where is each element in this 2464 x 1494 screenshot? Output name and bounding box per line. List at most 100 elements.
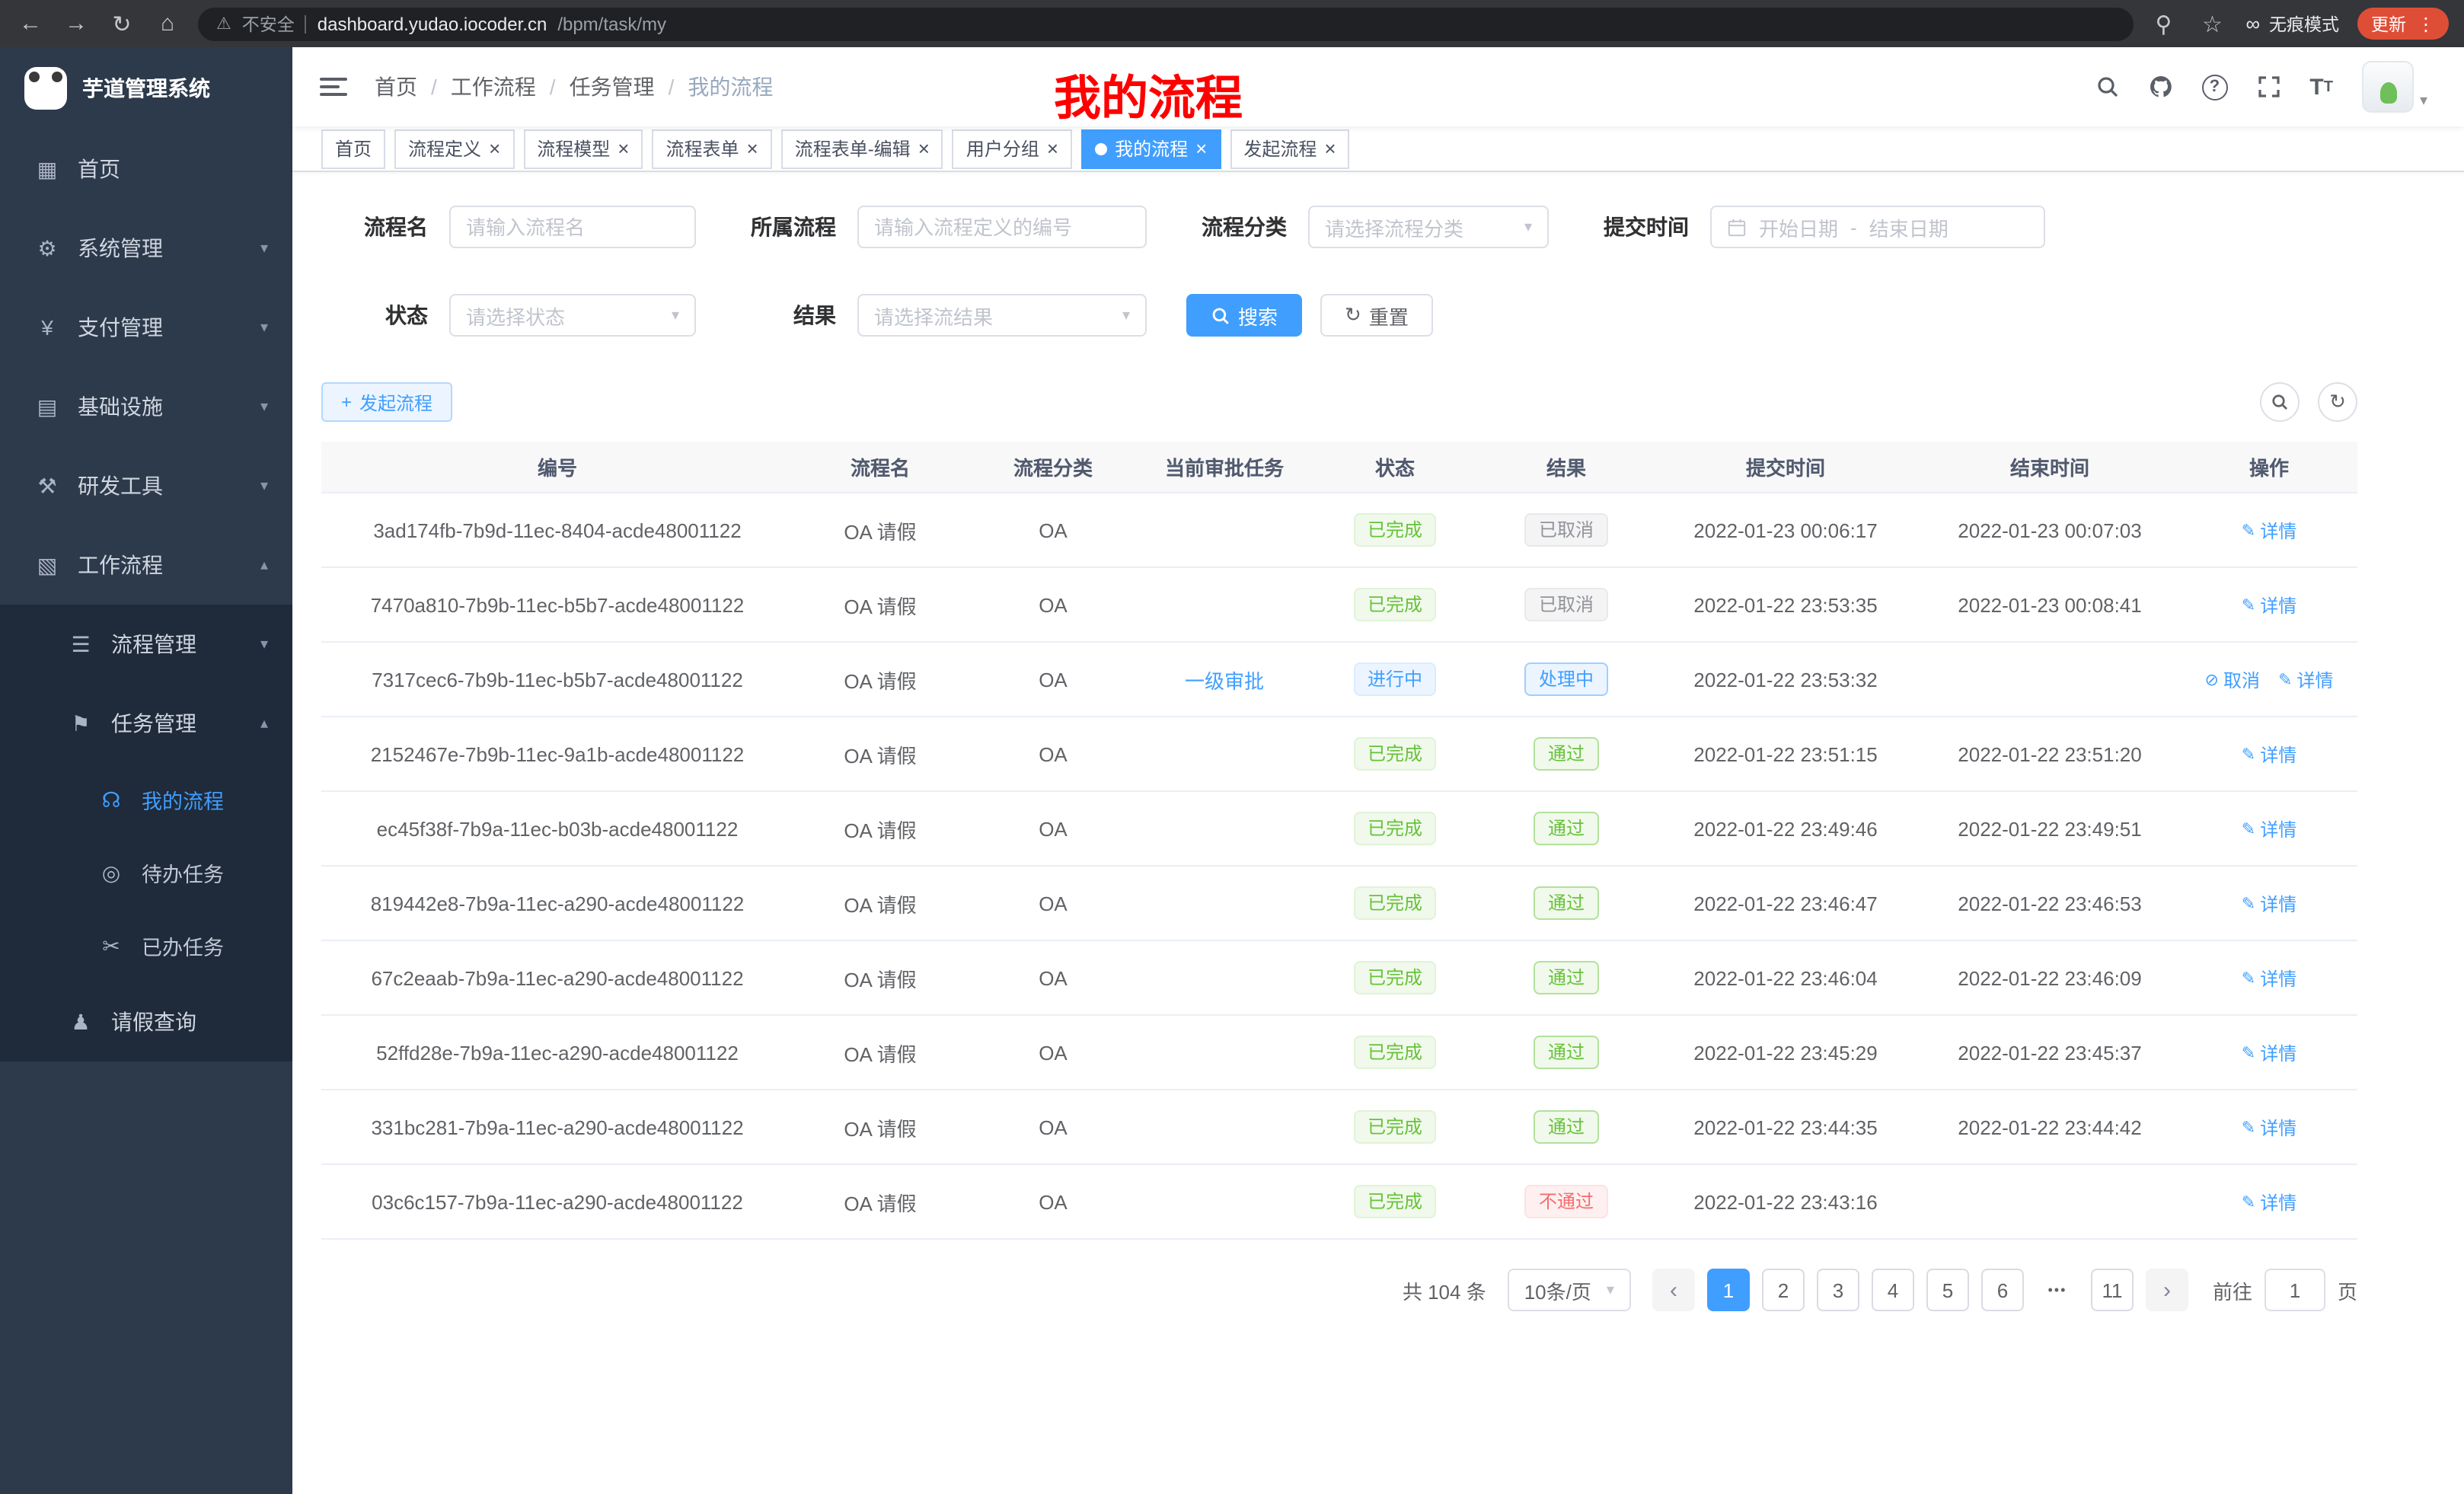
- close-icon[interactable]: ×: [918, 139, 930, 158]
- home-icon[interactable]: ⌂: [152, 11, 183, 37]
- fullscreen-icon[interactable]: [2256, 75, 2280, 99]
- page-button[interactable]: 1: [1707, 1269, 1750, 1311]
- chevron-icon: ▴: [260, 715, 268, 732]
- kebab-menu-icon[interactable]: ⋮: [2417, 13, 2435, 34]
- done-task-icon: ✂: [97, 933, 125, 959]
- update-button[interactable]: 更新 ⋮: [2357, 8, 2449, 40]
- prev-page-button[interactable]: ‹: [1652, 1269, 1695, 1311]
- refresh-button[interactable]: ↻: [2318, 382, 2357, 422]
- detail-link[interactable]: ✎ 详情: [2242, 741, 2296, 767]
- cell-id: 819442e8-7b9a-11ec-a290-acde48001122: [321, 892, 793, 915]
- tab[interactable]: 首页: [321, 129, 385, 168]
- cancel-link[interactable]: ⊘ 取消: [2205, 666, 2260, 692]
- forward-icon[interactable]: →: [61, 11, 91, 37]
- dashboard-icon: ▦: [34, 156, 61, 182]
- reset-button[interactable]: ↻ 重置: [1320, 294, 1433, 337]
- detail-link[interactable]: ✎ 详情: [2242, 517, 2296, 543]
- sidebar-item[interactable]: ¥ 支付管理 ▾: [0, 288, 292, 367]
- result-badge: 通过: [1534, 737, 1598, 771]
- close-icon[interactable]: ×: [1195, 139, 1207, 158]
- detail-link[interactable]: ✎ 详情: [2242, 1039, 2296, 1065]
- sidebar-item[interactable]: ☰ 流程管理 ▾: [0, 605, 292, 684]
- cell-actions: ✎ 详情: [2181, 965, 2357, 991]
- hamburger-icon[interactable]: [320, 78, 347, 96]
- close-icon[interactable]: ×: [1047, 139, 1058, 158]
- breadcrumb-item[interactable]: 首页: [375, 72, 437, 102]
- date-range-picker[interactable]: 开始日期 - 结束日期: [1710, 206, 2045, 248]
- status-select[interactable]: 请选择状态 ▾: [449, 294, 696, 337]
- goto-page-input[interactable]: [2265, 1269, 2325, 1311]
- close-icon[interactable]: ×: [618, 139, 629, 158]
- breadcrumb-item[interactable]: 工作流程: [451, 72, 556, 102]
- close-icon[interactable]: ×: [1324, 139, 1336, 158]
- page-button[interactable]: 5: [1926, 1269, 1969, 1311]
- owner-process-input[interactable]: [857, 206, 1147, 248]
- github-icon[interactable]: [2148, 75, 2172, 99]
- tab[interactable]: 用户分组 ×: [953, 129, 1072, 168]
- column-header: 流程分类: [967, 452, 1139, 481]
- key-icon[interactable]: ⚲: [2148, 10, 2178, 37]
- cell-process-name: OA 请假: [793, 516, 967, 544]
- star-icon[interactable]: ☆: [2197, 10, 2227, 37]
- tab[interactable]: 流程定义 ×: [394, 129, 514, 168]
- sidebar-item[interactable]: ⚙ 系统管理 ▾: [0, 209, 292, 288]
- sidebar-item[interactable]: ▦ 首页: [0, 129, 292, 209]
- tab[interactable]: 发起流程 ×: [1230, 129, 1349, 168]
- detail-link[interactable]: ✎ 详情: [2242, 816, 2296, 841]
- cell-category: OA: [967, 742, 1139, 765]
- font-size-icon[interactable]: TT: [2309, 74, 2333, 100]
- category-select[interactable]: 请选择流程分类 ▾: [1308, 206, 1549, 248]
- page-button[interactable]: 4: [1872, 1269, 1914, 1311]
- tab[interactable]: 流程模型 ×: [523, 129, 643, 168]
- close-icon[interactable]: ×: [489, 139, 500, 158]
- plus-icon: +: [341, 391, 352, 413]
- sidebar-item-label: 我的流程: [142, 784, 224, 815]
- sidebar-item[interactable]: ✂ 已办任务: [0, 909, 292, 982]
- current-task-link[interactable]: 一级审批: [1185, 669, 1264, 692]
- page-button[interactable]: 6: [1981, 1269, 2024, 1311]
- process-name-label: 流程名: [321, 212, 428, 242]
- sidebar-item[interactable]: ☊ 我的流程: [0, 763, 292, 836]
- sidebar-item[interactable]: ⚒ 研发工具 ▾: [0, 446, 292, 525]
- process-name-input[interactable]: [449, 206, 696, 248]
- close-icon[interactable]: ×: [747, 139, 758, 158]
- detail-link[interactable]: ✎ 详情: [2242, 890, 2296, 916]
- app-logo[interactable]: 芋道管理系统: [0, 47, 292, 129]
- page-size-select[interactable]: 10条/页 ▾: [1508, 1269, 1631, 1311]
- address-bar[interactable]: ⚠ 不安全 dashboard.yudao.iocoder.cn/bpm/tas…: [198, 7, 2133, 40]
- start-process-button[interactable]: + 发起流程: [321, 382, 452, 422]
- page-button[interactable]: 3: [1817, 1269, 1859, 1311]
- breadcrumb-item[interactable]: 我的流程: [688, 72, 773, 102]
- incognito-badge: ∞ 无痕模式: [2245, 11, 2339, 36]
- detail-link[interactable]: ✎ 详情: [2242, 1189, 2296, 1215]
- user-menu[interactable]: ▾: [2362, 61, 2427, 113]
- result-badge: 通过: [1534, 1036, 1598, 1069]
- reload-icon[interactable]: ↻: [107, 10, 137, 37]
- table-header: 编号 流程名 流程分类 当前审批任务 状态 结果: [321, 442, 2357, 493]
- tab[interactable]: 流程表单 ×: [652, 129, 771, 168]
- page-button[interactable]: 11: [2091, 1269, 2134, 1311]
- sidebar-item[interactable]: ⚑ 任务管理 ▴: [0, 684, 292, 763]
- sidebar-item[interactable]: ♟ 请假查询: [0, 982, 292, 1061]
- leave-query-icon: ♟: [67, 1009, 94, 1035]
- detail-link[interactable]: ✎ 详情: [2278, 666, 2333, 692]
- sidebar-item[interactable]: ▤ 基础设施 ▾: [0, 367, 292, 446]
- search-icon[interactable]: [2095, 75, 2119, 99]
- sidebar-item-label: 系统管理: [78, 233, 163, 263]
- search-button[interactable]: 搜索: [1186, 294, 1302, 337]
- breadcrumb-item[interactable]: 任务管理: [570, 72, 675, 102]
- tab[interactable]: 流程表单-编辑 ×: [781, 129, 943, 168]
- page-button[interactable]: 2: [1762, 1269, 1805, 1311]
- detail-link[interactable]: ✎ 详情: [2242, 965, 2296, 991]
- result-select[interactable]: 请选择流结果 ▾: [857, 294, 1147, 337]
- tab[interactable]: 我的流程 ×: [1081, 129, 1221, 168]
- detail-link[interactable]: ✎ 详情: [2242, 1114, 2296, 1140]
- page-button[interactable]: •••: [2036, 1269, 2079, 1311]
- back-icon[interactable]: ←: [15, 11, 46, 37]
- sidebar-item[interactable]: ◎ 待办任务: [0, 836, 292, 909]
- sidebar-item[interactable]: ▧ 工作流程 ▴: [0, 525, 292, 605]
- next-page-button[interactable]: ›: [2146, 1269, 2188, 1311]
- help-icon[interactable]: ?: [2201, 74, 2227, 100]
- detail-link[interactable]: ✎ 详情: [2242, 592, 2296, 618]
- toggle-search-button[interactable]: [2260, 382, 2300, 422]
